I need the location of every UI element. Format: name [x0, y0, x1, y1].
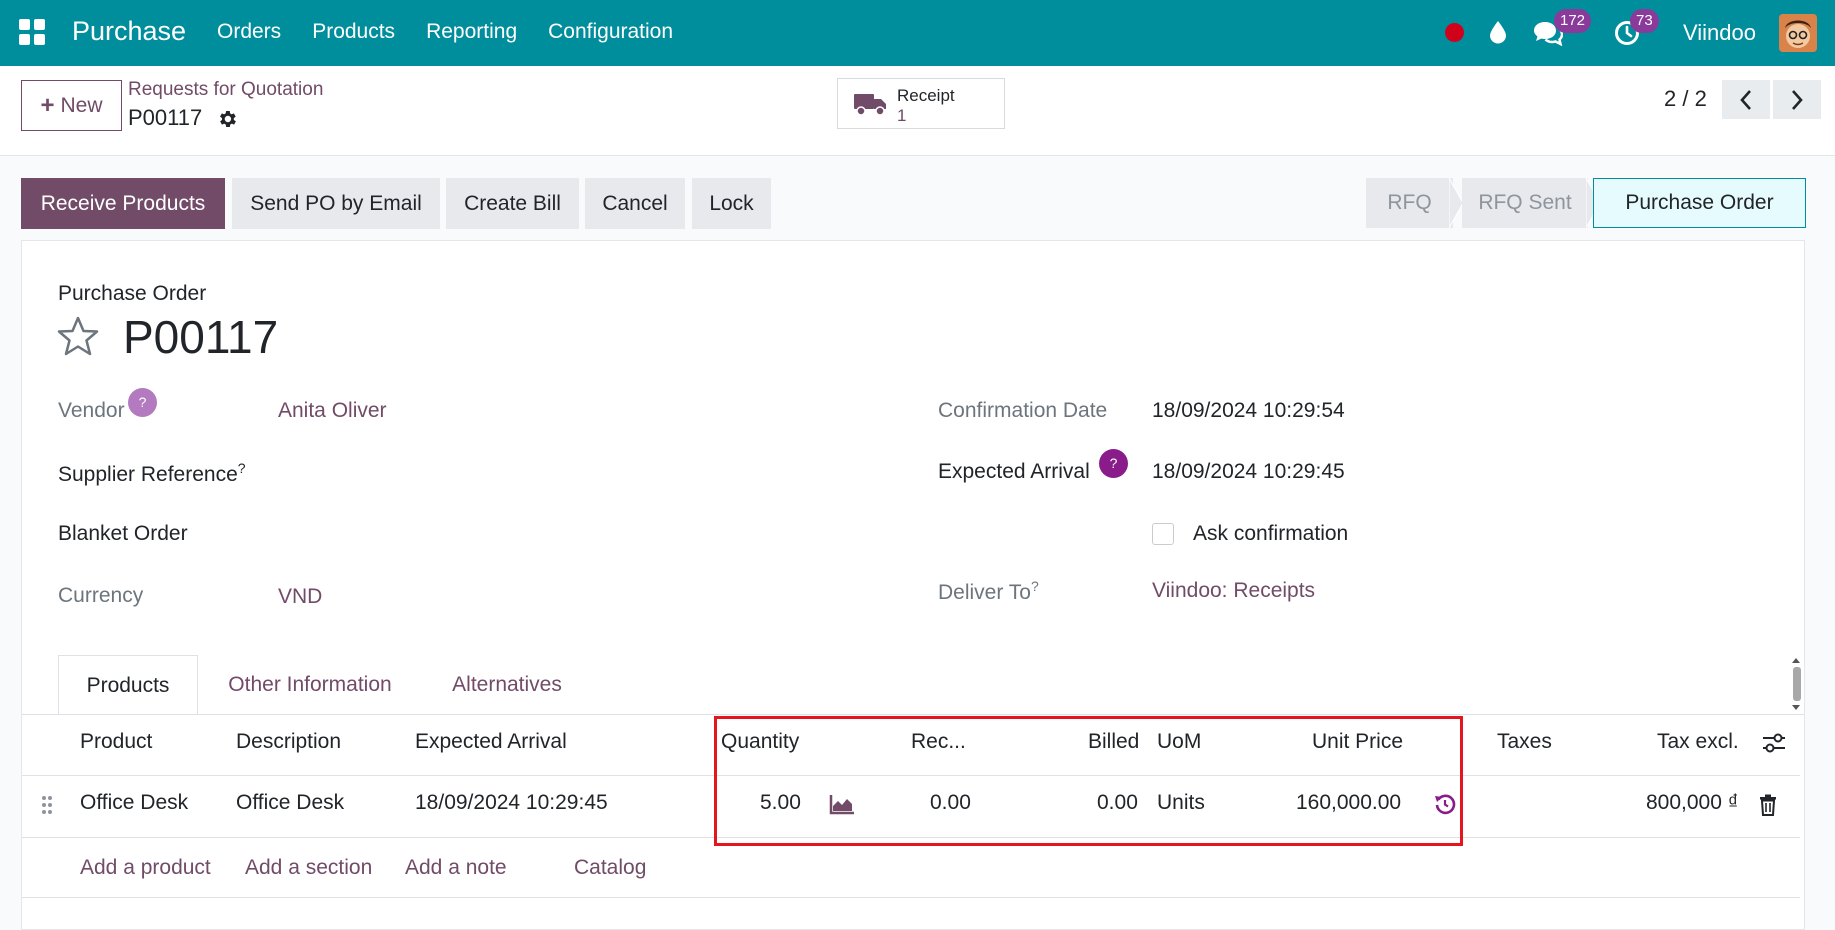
- tab-alternatives[interactable]: Alternatives: [436, 655, 578, 715]
- column-product[interactable]: Product: [80, 730, 152, 754]
- activities-badge: 73: [1630, 9, 1659, 33]
- blanket-order-label: Blanket Order: [58, 522, 188, 545]
- column-expected-arrival[interactable]: Expected Arrival: [415, 730, 567, 754]
- add-section-link[interactable]: Add a section: [245, 856, 372, 880]
- pager-next-button[interactable]: [1773, 80, 1821, 119]
- top-navbar: Purchase Orders Products Reporting Confi…: [0, 0, 1835, 66]
- expected-arrival-label: Expected Arrival: [938, 460, 1090, 483]
- stage-rfq[interactable]: RFQ: [1366, 178, 1453, 228]
- document-type: Purchase Order: [58, 282, 207, 305]
- expected-arrival-field[interactable]: 18/09/2024 10:29:45: [1152, 460, 1345, 484]
- add-note-link[interactable]: Add a note: [405, 856, 507, 880]
- cell-description[interactable]: Office Desk: [236, 791, 344, 815]
- menu-reporting[interactable]: Reporting: [426, 20, 517, 44]
- company-switcher[interactable]: Viindoo: [1683, 20, 1756, 46]
- scrollbar-thumb[interactable]: [1793, 667, 1801, 701]
- pager-previous-button[interactable]: [1722, 80, 1770, 119]
- trash-icon[interactable]: [1759, 794, 1777, 816]
- truck-icon: [854, 94, 886, 116]
- messages-badge: 172: [1554, 9, 1592, 33]
- stage-purchase-order[interactable]: Purchase Order: [1593, 178, 1806, 228]
- menu-configuration[interactable]: Configuration: [548, 20, 673, 44]
- receive-products-button[interactable]: Receive Products: [21, 178, 225, 229]
- cell-product[interactable]: Office Desk: [80, 791, 188, 815]
- currency-field[interactable]: VND: [278, 585, 322, 609]
- supplier-reference-help-icon[interactable]: ?: [238, 460, 246, 476]
- lock-button[interactable]: Lock: [692, 178, 771, 229]
- breadcrumb-current: P00117: [128, 105, 203, 130]
- vendor-label: Vendor: [58, 399, 125, 422]
- cancel-button[interactable]: Cancel: [585, 178, 685, 229]
- column-taxes[interactable]: Taxes: [1497, 730, 1552, 754]
- control-panel: + New Requests for Quotation P00117 Recei…: [0, 66, 1835, 156]
- record-status-icon[interactable]: [1445, 23, 1464, 42]
- tab-products[interactable]: Products: [58, 655, 198, 715]
- deliver-to-field[interactable]: Viindoo: Receipts: [1152, 579, 1315, 603]
- confirmation-date-label: Confirmation Date: [938, 399, 1108, 422]
- tab-other-information[interactable]: Other Information: [208, 655, 412, 715]
- currency-label: Currency: [58, 584, 144, 607]
- deliver-to-help-icon[interactable]: ?: [1031, 578, 1039, 594]
- drag-handle-icon[interactable]: [40, 794, 54, 816]
- vendor-field[interactable]: Anita Oliver: [278, 399, 387, 423]
- plus-icon: +: [40, 91, 55, 119]
- footer-divider: [22, 897, 1800, 898]
- app-brand[interactable]: Purchase: [72, 16, 186, 47]
- column-tax-excl[interactable]: Tax excl.: [1657, 730, 1739, 754]
- highlight-annotation: [714, 716, 1463, 846]
- expected-arrival-help-icon[interactable]: ?: [1099, 449, 1128, 478]
- user-avatar[interactable]: [1779, 14, 1817, 52]
- vendor-help-icon[interactable]: ?: [128, 388, 157, 417]
- confirmation-date-field[interactable]: 18/09/2024 10:29:54: [1152, 399, 1345, 423]
- stage-rfq-sent[interactable]: RFQ Sent: [1462, 178, 1588, 228]
- main-menu: Orders Products Reporting Configuration: [217, 20, 704, 44]
- optional-columns-icon[interactable]: [1762, 733, 1786, 753]
- tab-divider: [22, 714, 1804, 715]
- ask-confirmation-checkbox[interactable]: [1152, 523, 1174, 545]
- menu-orders[interactable]: Orders: [217, 20, 281, 44]
- new-button[interactable]: + New: [21, 80, 122, 131]
- cell-tax-excl: 800,000 ₫: [1646, 791, 1739, 814]
- receipt-label: Receipt: [897, 86, 955, 105]
- ask-confirmation-label: Ask confirmation: [1193, 522, 1349, 545]
- menu-products[interactable]: Products: [312, 20, 395, 44]
- chevron-left-icon: [1740, 89, 1751, 110]
- create-bill-button[interactable]: Create Bill: [446, 178, 579, 229]
- column-description[interactable]: Description: [236, 730, 341, 754]
- star-icon[interactable]: [57, 316, 99, 356]
- receipt-smart-button[interactable]: Receipt 1: [837, 78, 1005, 129]
- gear-icon[interactable]: [216, 108, 238, 130]
- chevron-right-icon: [1792, 89, 1803, 110]
- breadcrumb-rfq[interactable]: Requests for Quotation: [128, 79, 323, 101]
- cell-expected-arrival[interactable]: 18/09/2024 10:29:45: [415, 791, 608, 815]
- supplier-reference-label: Supplier Reference?: [58, 460, 246, 486]
- page-title: P00117: [123, 311, 279, 363]
- pager-value[interactable]: 2 / 2: [1664, 86, 1707, 112]
- receipt-count: 1: [897, 106, 907, 125]
- catalog-link[interactable]: Catalog: [574, 856, 646, 880]
- add-product-link[interactable]: Add a product: [80, 856, 211, 880]
- send-po-email-button[interactable]: Send PO by Email: [232, 178, 440, 229]
- apps-menu-icon[interactable]: [19, 19, 45, 45]
- drop-icon[interactable]: [1488, 20, 1508, 44]
- deliver-to-label: Deliver To?: [938, 578, 1039, 604]
